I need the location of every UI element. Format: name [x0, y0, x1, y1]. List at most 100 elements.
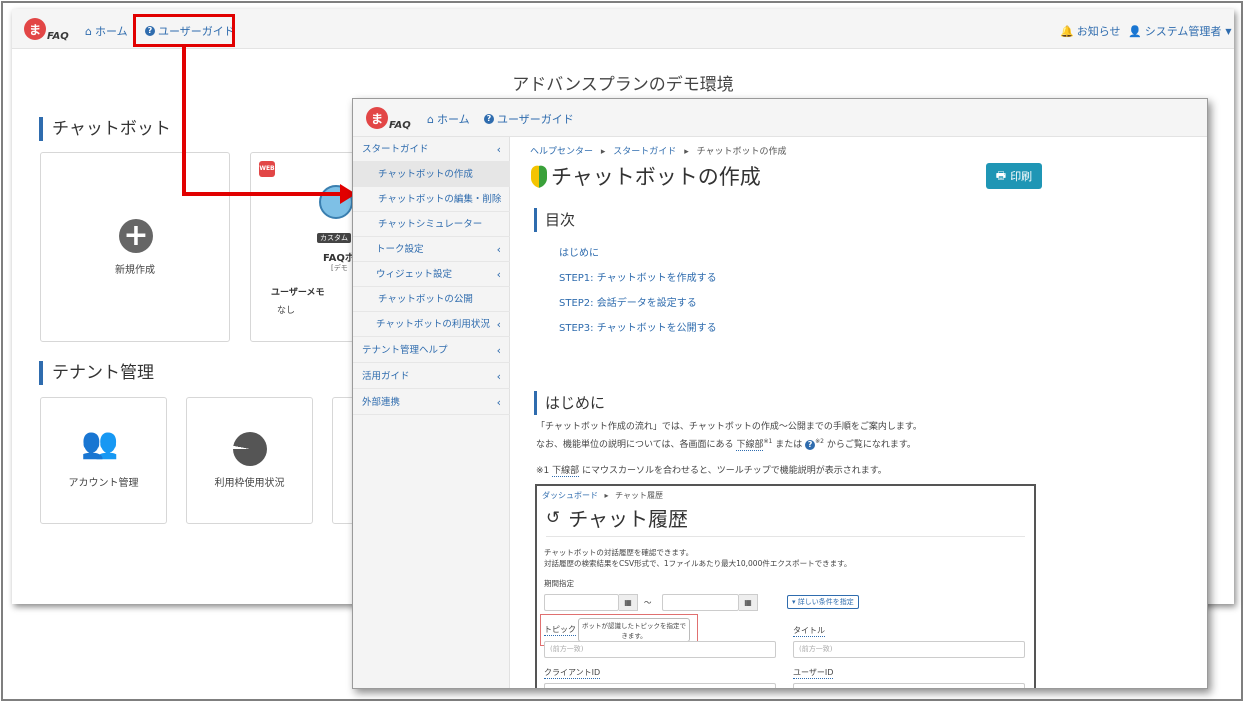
toc-link-intro[interactable]: はじめに	[559, 244, 599, 259]
breadcrumb-start-guide[interactable]: スタートガイド	[613, 147, 676, 157]
sidebar-item-edit-chatbot[interactable]: チャットボットの編集・削除	[353, 187, 510, 212]
toc-heading: 目次	[534, 208, 575, 232]
intro-line-1: 「チャットボット作成の流れ」では、チャットボットの作成～公開までの手順をご案内し…	[536, 422, 922, 432]
home-icon: ⌂	[427, 112, 434, 126]
chevron-left-icon: ‹	[496, 370, 501, 383]
account-mgmt-label: アカウント管理	[68, 478, 139, 489]
title-field: (前方一致)	[793, 641, 1025, 658]
caret-down-icon: ▾	[792, 598, 796, 606]
footnote-mark: ※2	[815, 438, 824, 445]
guide-highlight-box	[133, 14, 235, 47]
sidebar-item-label: 外部連携	[362, 397, 401, 408]
toc-link-step3[interactable]: STEP3: チャットボットを公開する	[559, 319, 717, 334]
breadcrumb-separator-icon: ▸	[600, 147, 606, 157]
logo-text: FAQ	[47, 31, 69, 42]
sidebar-item-label: トーク設定	[376, 244, 424, 255]
client-id-field	[544, 683, 776, 688]
chevron-left-icon: ‹	[496, 143, 501, 156]
intro-text: からご覧になれます。	[826, 440, 916, 450]
back-nav-user[interactable]: 👤 システム管理者 ▼	[1128, 23, 1232, 39]
back-nav-home[interactable]: ⌂ ホーム	[85, 23, 128, 39]
sidebar-item-external-link[interactable]: 外部連携 ‹	[353, 390, 510, 415]
front-nav-home[interactable]: ⌂ ホーム	[427, 111, 470, 127]
intro-text: または	[775, 440, 803, 450]
screenshot-frame: ま FAQ ⌂ ホーム ? ユーザーガイド 🔔 お知らせ 👤 システム管理者 ▼…	[1, 1, 1243, 701]
breadcrumb-help-center[interactable]: ヘルプセンター	[530, 147, 593, 157]
title-label: タイトル	[793, 626, 825, 637]
intro-heading: はじめに	[534, 391, 605, 415]
logo-mark: ま	[24, 18, 46, 40]
user-memo-value: なし	[277, 306, 296, 316]
front-nav-guide[interactable]: ? ユーザーガイド	[484, 111, 574, 127]
sidebar-item-publish-chatbot[interactable]: チャットボットの公開	[353, 287, 510, 312]
user-id-label: ユーザーID	[793, 668, 834, 679]
logo-mark: ま	[366, 107, 388, 129]
arrow-horizontal	[182, 192, 342, 196]
sidebar-item-label: テナント管理ヘルプ	[362, 345, 448, 356]
topic-label: トピック	[544, 625, 576, 636]
account-mgmt-card[interactable]: 👥 アカウント管理	[40, 397, 167, 524]
topic-field: (前方一致)	[544, 641, 776, 658]
inner-breadcrumb: ダッシュボード ▸ チャット履歴	[542, 490, 663, 501]
detail-conditions-button: ▾ 詳しい条件を指定	[787, 595, 859, 609]
nav-notice-label: お知らせ	[1076, 25, 1121, 38]
section-chatbot: チャットボット	[39, 117, 171, 141]
breadcrumb-current: チャットボットの作成	[696, 147, 787, 157]
chevron-left-icon: ‹	[496, 318, 501, 331]
chevron-left-icon: ‹	[496, 396, 501, 409]
sidebar-item-chatbot-usage[interactable]: チャットボットの利用状況 ‹	[353, 312, 510, 337]
sidebar-item-chat-simulator[interactable]: チャットシミュレーター	[353, 212, 510, 237]
breadcrumb: ヘルプセンター ▸ スタートガイド ▸ チャットボットの作成	[530, 144, 787, 157]
inner-title-text: チャット履歴	[568, 507, 689, 531]
inner-breadcrumb-dashboard: ダッシュボード	[542, 491, 598, 500]
new-create-label: 新規作成	[115, 265, 155, 276]
back-nav-notice[interactable]: 🔔 お知らせ	[1060, 23, 1120, 39]
caret-down-icon: ▼	[1225, 26, 1232, 36]
chevron-left-icon: ‹	[496, 243, 501, 256]
user-icon: 👤	[1128, 24, 1142, 38]
logo-text: FAQ	[389, 120, 411, 131]
calendar-icon: ▦	[619, 594, 638, 611]
inner-desc-2: 対話履歴の検索結果をCSV形式で、1ファイルあたり最大10,000件エクスポート…	[544, 559, 852, 568]
sidebar-item-talk-settings[interactable]: トーク設定 ‹	[353, 237, 510, 262]
usage-status-card[interactable]: 利用枠使用状況	[186, 397, 313, 524]
page-title-text: チャットボットの作成	[551, 165, 761, 189]
toc-link-step2[interactable]: STEP2: 会話データを設定する	[559, 294, 697, 309]
front-topbar: ま FAQ ⌂ ホーム ? ユーザーガイド	[353, 99, 1207, 137]
bot-custom-badge: カスタム	[317, 233, 351, 243]
sidebar-item-label: 活用ガイド	[362, 371, 410, 382]
sidebar-item-create-chatbot[interactable]: チャットボットの作成	[353, 162, 510, 187]
print-label: 印刷	[1010, 170, 1033, 183]
breadcrumb-separator-icon: ▸	[684, 147, 689, 157]
chevron-left-icon: ‹	[496, 344, 501, 357]
inner-desc-1: チャットボットの対話履歴を確認できます。	[544, 548, 694, 557]
client-id-label: クライアントID	[544, 668, 601, 679]
note-1: ※1 下線部 にマウスカーソルを合わせると、ツールチップで機能説明が表示されます…	[536, 465, 887, 478]
question-icon: ?	[805, 440, 816, 450]
inner-divider	[546, 536, 1025, 537]
web-badge-icon: WEB	[259, 161, 275, 177]
sidebar-item-usage-guide[interactable]: 活用ガイド ‹	[353, 364, 510, 389]
front-logo[interactable]: ま FAQ	[366, 107, 411, 131]
sidebar-item-tenant-help[interactable]: テナント管理ヘルプ ‹	[353, 338, 510, 363]
sidebar-item-label: スタートガイド	[362, 144, 429, 155]
nav-home-label: ホーム	[94, 25, 128, 38]
sidebar-item-widget-settings[interactable]: ウィジェット設定 ‹	[353, 262, 510, 287]
arrow-vertical	[182, 47, 186, 196]
print-button[interactable]: 🖶 印刷	[986, 163, 1042, 189]
user-id-field	[793, 683, 1025, 688]
note-mark: ※1	[536, 466, 550, 476]
bell-icon: 🔔	[1060, 24, 1074, 38]
new-chatbot-card[interactable]: + 新規作成	[40, 152, 230, 342]
section-tenant: テナント管理	[39, 361, 154, 385]
back-logo[interactable]: ま FAQ	[24, 18, 69, 42]
sidebar-item-label: チャットボットの利用状況	[376, 319, 490, 330]
sidebar-item-start-guide[interactable]: スタートガイド ‹	[353, 137, 510, 162]
toc-link-step1[interactable]: STEP1: チャットボットを作成する	[559, 269, 717, 284]
sidebar-item-label: チャットボットの編集・削除	[378, 194, 502, 205]
user-memo-label: ユーザーメモ	[271, 288, 325, 298]
sidebar-item-label: チャットボットの公開	[378, 294, 473, 305]
underline-sample: 下線部	[552, 466, 580, 477]
footnote-mark: ※1	[763, 438, 773, 445]
home-icon: ⌂	[85, 24, 92, 38]
